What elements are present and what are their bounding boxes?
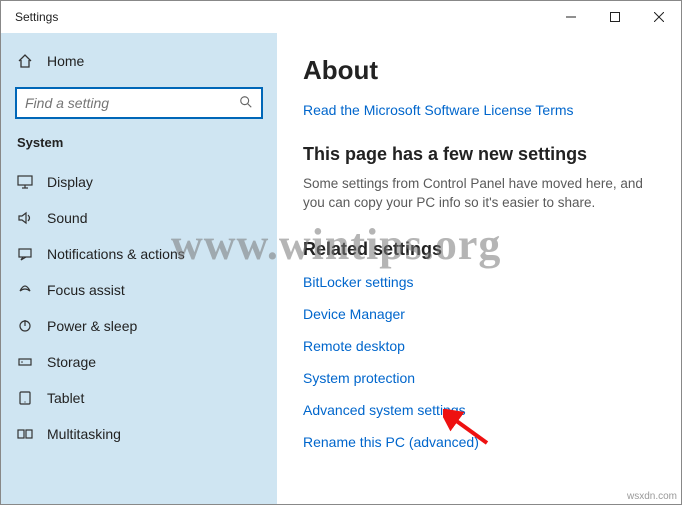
search-input[interactable]	[25, 95, 239, 111]
display-icon	[17, 175, 33, 189]
tablet-icon	[17, 391, 33, 405]
home-nav[interactable]: Home	[1, 47, 277, 75]
home-label: Home	[47, 53, 84, 69]
sidebar-item-label: Multitasking	[47, 426, 121, 442]
link-device-manager[interactable]: Device Manager	[303, 306, 655, 322]
link-rename-pc[interactable]: Rename this PC (advanced)	[303, 434, 655, 450]
sidebar-item-label: Sound	[47, 210, 87, 226]
page-title: About	[303, 55, 655, 86]
sidebar-item-label: Tablet	[47, 390, 84, 406]
sidebar-item-label: Focus assist	[47, 282, 125, 298]
minimize-button[interactable]	[549, 1, 593, 33]
link-system-protection[interactable]: System protection	[303, 370, 655, 386]
titlebar: Settings	[1, 1, 681, 33]
section-label: System	[1, 135, 277, 150]
credit-text: wsxdn.com	[627, 491, 677, 502]
sidebar-item-tablet[interactable]: Tablet	[1, 380, 277, 416]
close-button[interactable]	[637, 1, 681, 33]
sidebar-item-sound[interactable]: Sound	[1, 200, 277, 236]
sound-icon	[17, 211, 33, 225]
license-link[interactable]: Read the Microsoft Software License Term…	[303, 102, 655, 118]
search-icon	[239, 95, 253, 112]
sidebar-item-storage[interactable]: Storage	[1, 344, 277, 380]
storage-icon	[17, 355, 33, 369]
link-remote-desktop[interactable]: Remote desktop	[303, 338, 655, 354]
sidebar-item-label: Storage	[47, 354, 96, 370]
search-box[interactable]	[15, 87, 263, 119]
multitasking-icon	[17, 427, 33, 441]
sidebar-item-power-sleep[interactable]: Power & sleep	[1, 308, 277, 344]
window-controls	[549, 1, 681, 33]
sidebar-item-display[interactable]: Display	[1, 164, 277, 200]
new-settings-heading: This page has a few new settings	[303, 144, 655, 165]
maximize-button[interactable]	[593, 1, 637, 33]
power-icon	[17, 318, 33, 334]
sidebar: Home System Display Sound Notifica	[1, 33, 277, 504]
focus-assist-icon	[17, 283, 33, 297]
content-area: Home System Display Sound Notifica	[1, 33, 681, 504]
link-advanced-system-settings[interactable]: Advanced system settings	[303, 402, 655, 418]
sidebar-item-label: Display	[47, 174, 93, 190]
new-settings-body: Some settings from Control Panel have mo…	[303, 175, 653, 213]
notifications-icon	[17, 247, 33, 261]
sidebar-item-label: Power & sleep	[47, 318, 137, 334]
window-title: Settings	[15, 10, 58, 24]
main-panel: About Read the Microsoft Software Licens…	[277, 33, 681, 504]
sidebar-item-label: Notifications & actions	[47, 246, 185, 262]
home-icon	[17, 53, 33, 69]
sidebar-item-focus-assist[interactable]: Focus assist	[1, 272, 277, 308]
sidebar-item-multitasking[interactable]: Multitasking	[1, 416, 277, 452]
link-bitlocker[interactable]: BitLocker settings	[303, 274, 655, 290]
sidebar-item-notifications[interactable]: Notifications & actions	[1, 236, 277, 272]
related-settings-heading: Related settings	[303, 239, 655, 260]
